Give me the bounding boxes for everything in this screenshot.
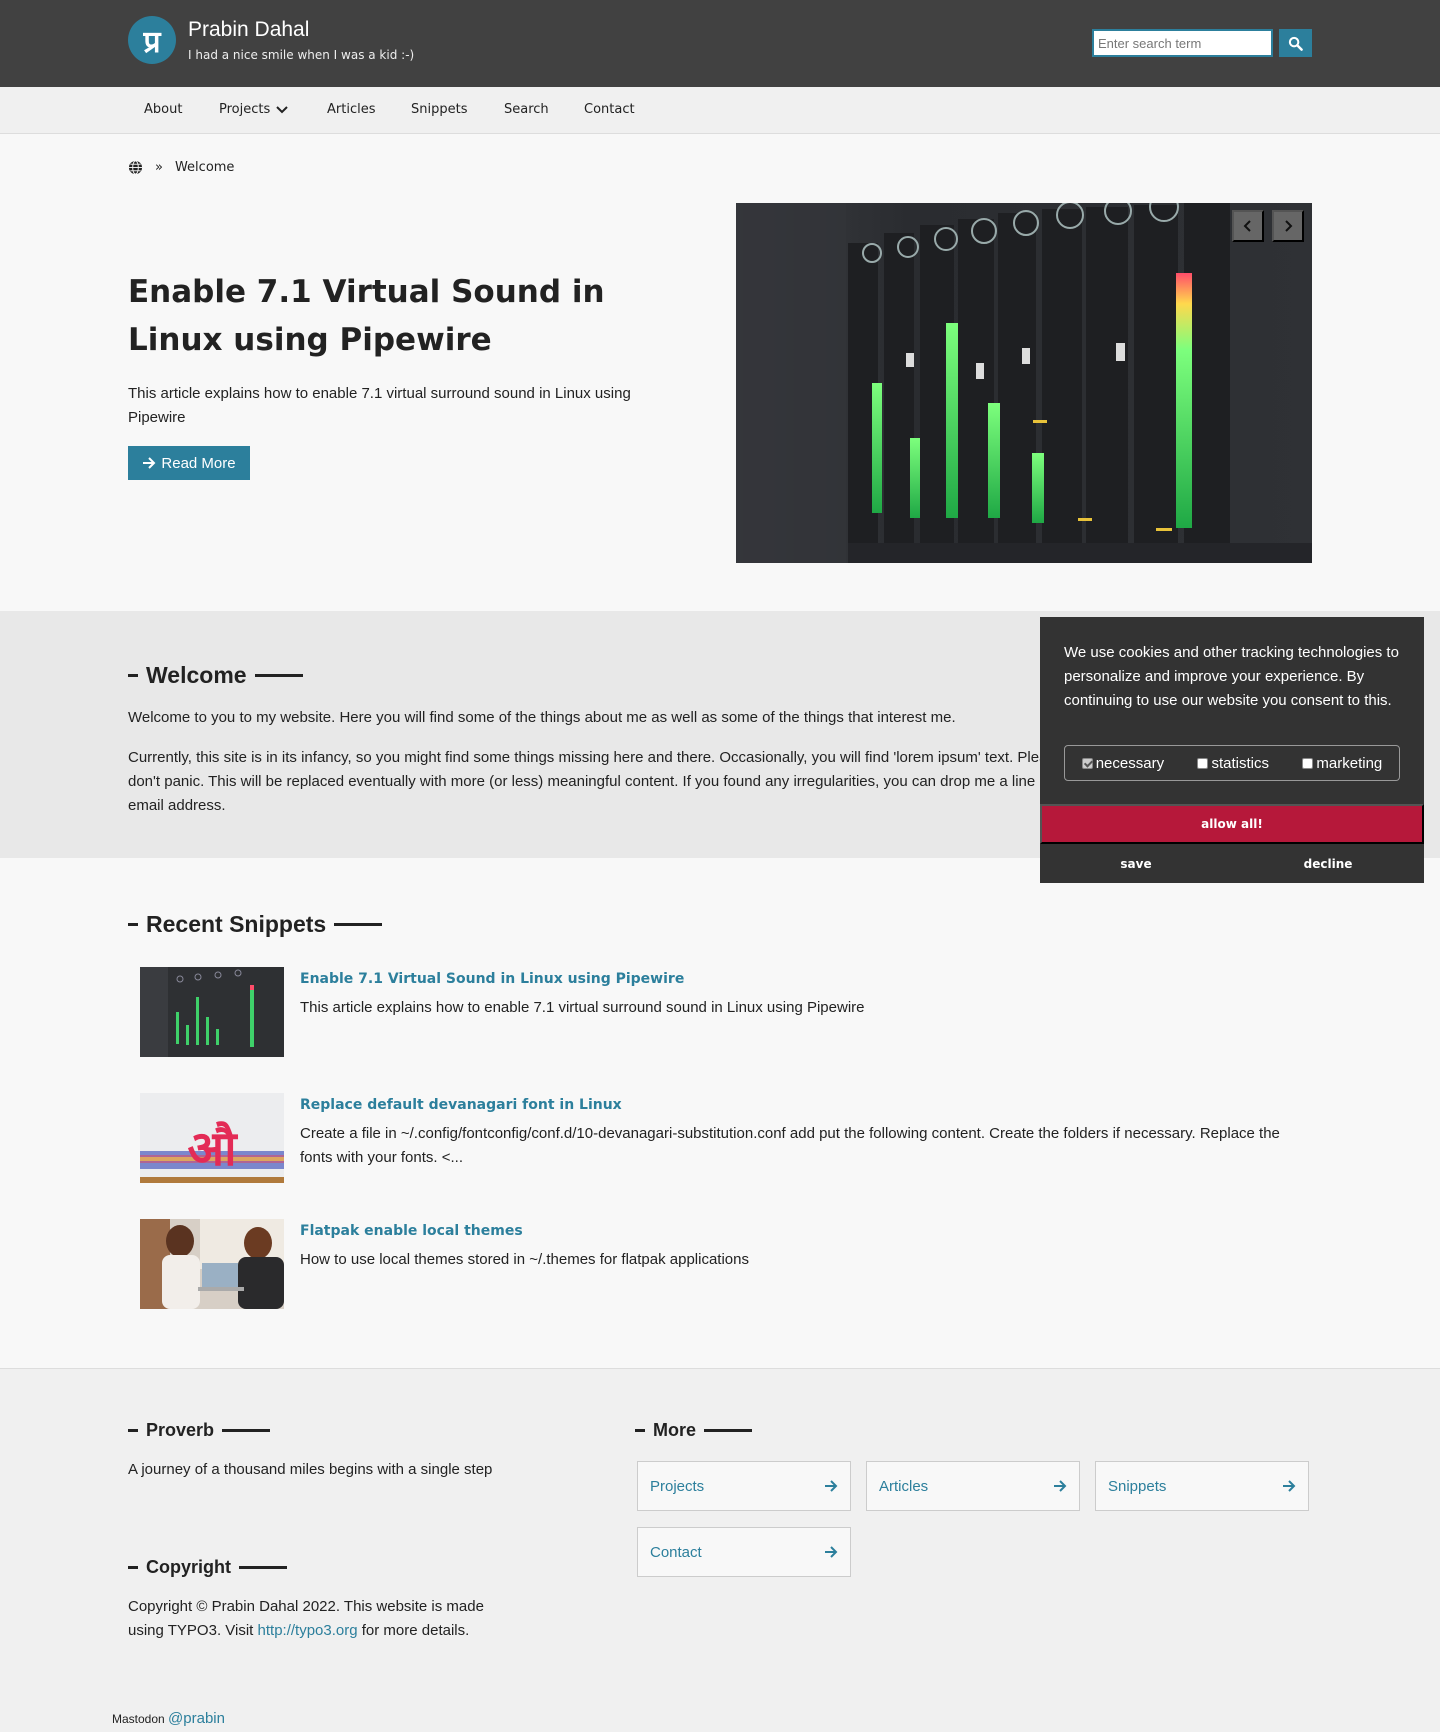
more-link-articles[interactable]: Articles — [866, 1461, 1080, 1511]
proverb-heading: Proverb — [128, 1420, 271, 1441]
breadcrumb-separator: » — [155, 160, 163, 175]
arrow-right-icon — [143, 457, 156, 469]
slider-next-button[interactable] — [1272, 210, 1304, 242]
nav-item-snippets[interactable]: Snippets — [411, 102, 467, 117]
snippet-text-1: This article explains how to enable 7.1 … — [300, 999, 865, 1016]
site-logo[interactable]: प्र — [128, 16, 176, 64]
cookie-option-statistics[interactable]: statistics — [1197, 755, 1269, 772]
nav-item-search[interactable]: Search — [504, 102, 549, 117]
chevron-right-icon — [1285, 220, 1293, 232]
read-more-button[interactable]: Read More — [128, 446, 250, 480]
svg-text:औ: औ — [187, 1121, 238, 1177]
search-button[interactable] — [1279, 29, 1312, 57]
statistics-checkbox[interactable] — [1197, 757, 1209, 769]
proverb-text: A journey of a thousand miles begins wit… — [128, 1461, 493, 1478]
cookie-option-marketing[interactable]: marketing — [1302, 755, 1382, 772]
copyright-heading: Copyright — [128, 1557, 287, 1578]
search-input[interactable] — [1092, 29, 1273, 57]
snippet-text-2: Create a file in ~/.config/fontconfig/co… — [300, 1125, 1280, 1166]
mastodon-line: Mastodon @prabin — [112, 1710, 225, 1727]
search-icon — [1288, 36, 1303, 51]
hero-title: Enable 7.1 Virtual Sound in Linux using … — [128, 274, 605, 358]
slider-prev-button[interactable] — [1232, 210, 1264, 242]
welcome-heading: Welcome — [128, 662, 303, 689]
recent-snippets-heading: Recent Snippets — [128, 911, 383, 938]
nav-item-about[interactable]: About — [144, 102, 182, 117]
site-name[interactable]: Prabin Dahal — [188, 18, 309, 42]
cookie-save-button[interactable]: save — [1040, 844, 1232, 883]
allow-all-button[interactable]: allow all! — [1040, 804, 1424, 844]
arrow-right-icon — [1054, 1480, 1067, 1492]
nav-item-contact[interactable]: Contact — [584, 102, 635, 117]
snippet-thumbnail-people-laptop[interactable] — [140, 1219, 284, 1309]
arrow-right-icon — [825, 1546, 838, 1558]
cookie-consent-banner: We use cookies and other tracking techno… — [1040, 617, 1424, 883]
cookie-decline-button[interactable]: decline — [1232, 844, 1424, 883]
globe-icon[interactable] — [128, 160, 143, 175]
welcome-paragraph-2: Currently, this site is in its infancy, … — [128, 749, 1077, 814]
nav-item-articles[interactable]: Articles — [327, 102, 375, 117]
arrow-right-icon — [825, 1480, 838, 1492]
copyright-text: Copyright © Prabin Dahal 2022. This webs… — [128, 1598, 484, 1639]
more-heading: More — [635, 1420, 753, 1441]
chevron-down-icon — [276, 105, 288, 113]
snippet-title-2[interactable]: Replace default devanagari font in Linux — [300, 1097, 622, 1113]
mastodon-label: Mastodon — [112, 1712, 165, 1726]
cookie-options: necessary statistics marketing — [1064, 745, 1400, 781]
breadcrumb-current: Welcome — [174, 160, 235, 175]
marketing-checkbox[interactable] — [1302, 757, 1314, 769]
hero-image-audio-mixer — [736, 203, 1312, 563]
typo3-link[interactable]: http://typo3.org — [258, 1622, 358, 1639]
breadcrumb: » Welcome — [128, 160, 234, 175]
more-link-contact[interactable]: Contact — [637, 1527, 851, 1577]
more-link-snippets[interactable]: Snippets — [1095, 1461, 1309, 1511]
necessary-checkbox[interactable] — [1081, 757, 1093, 769]
snippet-thumbnail-mixer[interactable] — [140, 967, 284, 1057]
nav-item-projects[interactable]: Projects — [219, 102, 288, 117]
snippet-text-3: How to use local themes stored in ~/.the… — [300, 1251, 749, 1268]
hero-description: This article explains how to enable 7.1 … — [128, 385, 631, 426]
welcome-paragraph-1: Welcome to you to my website. Here you w… — [128, 709, 956, 726]
snippet-title-1[interactable]: Enable 7.1 Virtual Sound in Linux using … — [300, 971, 684, 987]
site-tagline: I had a nice smile when I was a kid :-) — [188, 48, 415, 62]
chevron-left-icon — [1243, 220, 1251, 232]
cookie-text: We use cookies and other tracking techno… — [1064, 644, 1399, 709]
snippet-title-3[interactable]: Flatpak enable local themes — [300, 1223, 523, 1239]
arrow-right-icon — [1283, 1480, 1296, 1492]
more-link-projects[interactable]: Projects — [637, 1461, 851, 1511]
snippet-thumbnail-devanagari[interactable]: औ — [140, 1093, 284, 1183]
cookie-option-necessary[interactable]: necessary — [1081, 755, 1164, 772]
mastodon-handle-link[interactable]: @prabin — [168, 1710, 225, 1727]
main-nav: About Projects Articles Snippets Search … — [0, 87, 1440, 134]
site-header: प्र Prabin Dahal I had a nice smile when… — [0, 0, 1440, 87]
